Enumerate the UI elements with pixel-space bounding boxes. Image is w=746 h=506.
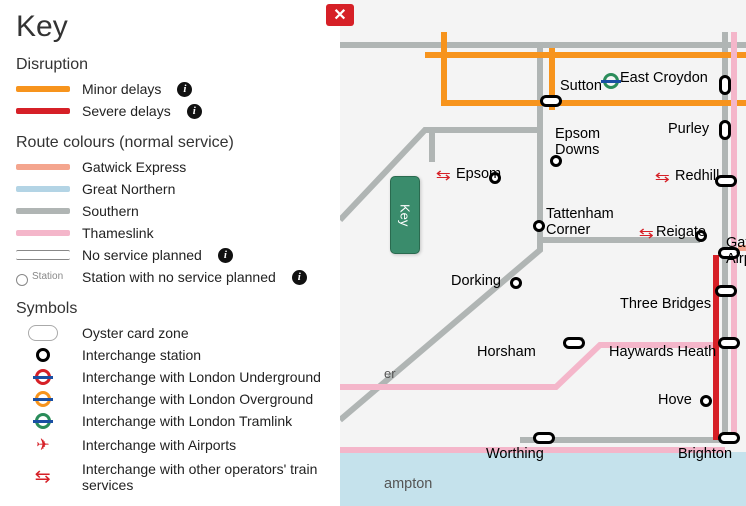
- swatch-blue: [16, 186, 70, 192]
- panel-title: Key: [16, 10, 324, 44]
- legend-severe-delays: Severe delays i: [16, 100, 324, 122]
- underground-icon: [33, 369, 53, 385]
- plane-icon: ✈: [36, 435, 49, 455]
- routes-heading: Route colours (normal service): [16, 134, 324, 152]
- legend-rail: ⇆ Interchange with other operators' trai…: [16, 458, 324, 496]
- rail-icon: ⇆: [436, 166, 451, 184]
- legend-label: Interchange station: [82, 347, 201, 363]
- legend-label: Thameslink: [82, 225, 154, 241]
- label-tattenham-corner[interactable]: TattenhamCorner: [546, 207, 614, 239]
- info-icon[interactable]: i: [177, 82, 192, 97]
- tramlink-icon: [33, 413, 53, 429]
- label-gatwick-airport[interactable]: GatwAirpo: [726, 236, 746, 268]
- marker-hove[interactable]: [700, 395, 712, 407]
- swatch-orange: [16, 86, 70, 92]
- legend-gatwick-express: Gatwick Express: [16, 156, 324, 178]
- label-dorking[interactable]: Dorking: [451, 273, 501, 289]
- legend-minor-delays: Minor delays i: [16, 78, 324, 100]
- key-panel: Key Disruption Minor delays i Severe del…: [0, 0, 340, 506]
- label-haywards-heath[interactable]: Haywards Heath: [609, 344, 716, 360]
- label-east-croydon[interactable]: East Croydon: [620, 70, 708, 86]
- label-er: er: [384, 366, 396, 381]
- legend-label: Station with no service planned: [82, 269, 276, 285]
- legend-label: Southern: [82, 203, 139, 219]
- marker-dorking[interactable]: [510, 277, 522, 289]
- legend-label: Oyster card zone: [82, 325, 189, 341]
- legend-label: Interchange with London Tramlink: [82, 413, 292, 429]
- label-reigate[interactable]: Reigate: [656, 224, 706, 240]
- key-tab-label: Key: [398, 204, 413, 226]
- label-hove[interactable]: Hove: [658, 392, 692, 408]
- marker-worthing[interactable]: [533, 432, 555, 444]
- swatch-red: [16, 108, 70, 114]
- close-icon: ✕: [333, 5, 346, 25]
- close-panel-button[interactable]: ✕: [326, 4, 354, 26]
- legend-interchange: Interchange station: [16, 344, 324, 366]
- rail-icon: ⇆: [639, 224, 654, 242]
- oyster-icon: [28, 325, 58, 341]
- info-icon[interactable]: i: [218, 248, 233, 263]
- info-icon[interactable]: i: [292, 270, 307, 285]
- legend-label: Gatwick Express: [82, 159, 186, 175]
- legend-label: Great Northern: [82, 181, 175, 197]
- marker-haywards-heath[interactable]: [718, 337, 740, 349]
- info-icon[interactable]: i: [187, 104, 202, 119]
- symbols-heading: Symbols: [16, 300, 324, 318]
- legend-station-no-service: Station with no service planned i: [16, 266, 324, 288]
- legend-label: No service planned: [82, 247, 202, 263]
- rail-icon: ⇆: [655, 168, 670, 186]
- legend-tramlink: Interchange with London Tramlink: [16, 410, 324, 432]
- legend-label: Severe delays: [82, 103, 171, 119]
- label-brighton[interactable]: Brighton: [678, 446, 732, 462]
- label-ampton: ampton: [384, 476, 432, 492]
- legend-great-northern: Great Northern: [16, 178, 324, 200]
- swatch-station: [16, 270, 70, 284]
- legend-southern: Southern: [16, 200, 324, 222]
- label-worthing[interactable]: Worthing: [486, 446, 544, 462]
- rail-icon: ⇆: [35, 467, 51, 487]
- swatch-double-line: [16, 250, 70, 260]
- key-toggle-tab[interactable]: Key: [390, 176, 420, 254]
- label-epsom[interactable]: Epsom: [456, 166, 501, 182]
- marker-tattenham-corner[interactable]: [533, 220, 545, 232]
- swatch-grey: [16, 208, 70, 214]
- marker-purley[interactable]: [719, 120, 731, 140]
- swatch-salmon: [16, 164, 70, 170]
- legend-overground: Interchange with London Overground: [16, 388, 324, 410]
- tramlink-icon: [601, 73, 619, 87]
- legend-underground: Interchange with London Underground: [16, 366, 324, 388]
- legend-label: Interchange with London Underground: [82, 369, 321, 385]
- legend-label: Interchange with Airports: [82, 437, 236, 453]
- legend-label: Interchange with London Overground: [82, 391, 313, 407]
- marker-brighton[interactable]: [718, 432, 740, 444]
- marker-horsham[interactable]: [563, 337, 585, 349]
- disruption-heading: Disruption: [16, 56, 324, 74]
- label-purley[interactable]: Purley: [668, 121, 709, 137]
- interchange-icon: [36, 348, 50, 362]
- label-sutton[interactable]: Sutton: [560, 78, 602, 94]
- legend-oyster: Oyster card zone: [16, 322, 324, 344]
- legend-airports: ✈ Interchange with Airports: [16, 432, 324, 458]
- legend-no-service: No service planned i: [16, 244, 324, 266]
- marker-east-croydon[interactable]: [719, 75, 731, 95]
- marker-three-bridges[interactable]: [715, 285, 737, 297]
- overground-icon: [33, 391, 53, 407]
- label-three-bridges[interactable]: Three Bridges: [620, 296, 711, 312]
- label-epsom-downs[interactable]: EpsomDowns: [555, 127, 600, 159]
- label-redhill[interactable]: Redhill: [675, 168, 719, 184]
- legend-thameslink: Thameslink: [16, 222, 324, 244]
- legend-label: Minor delays: [82, 81, 161, 97]
- label-horsham[interactable]: Horsham: [477, 344, 536, 360]
- swatch-pink: [16, 230, 70, 236]
- legend-label: Interchange with other operators' train …: [82, 461, 324, 493]
- marker-sutton[interactable]: [540, 95, 562, 107]
